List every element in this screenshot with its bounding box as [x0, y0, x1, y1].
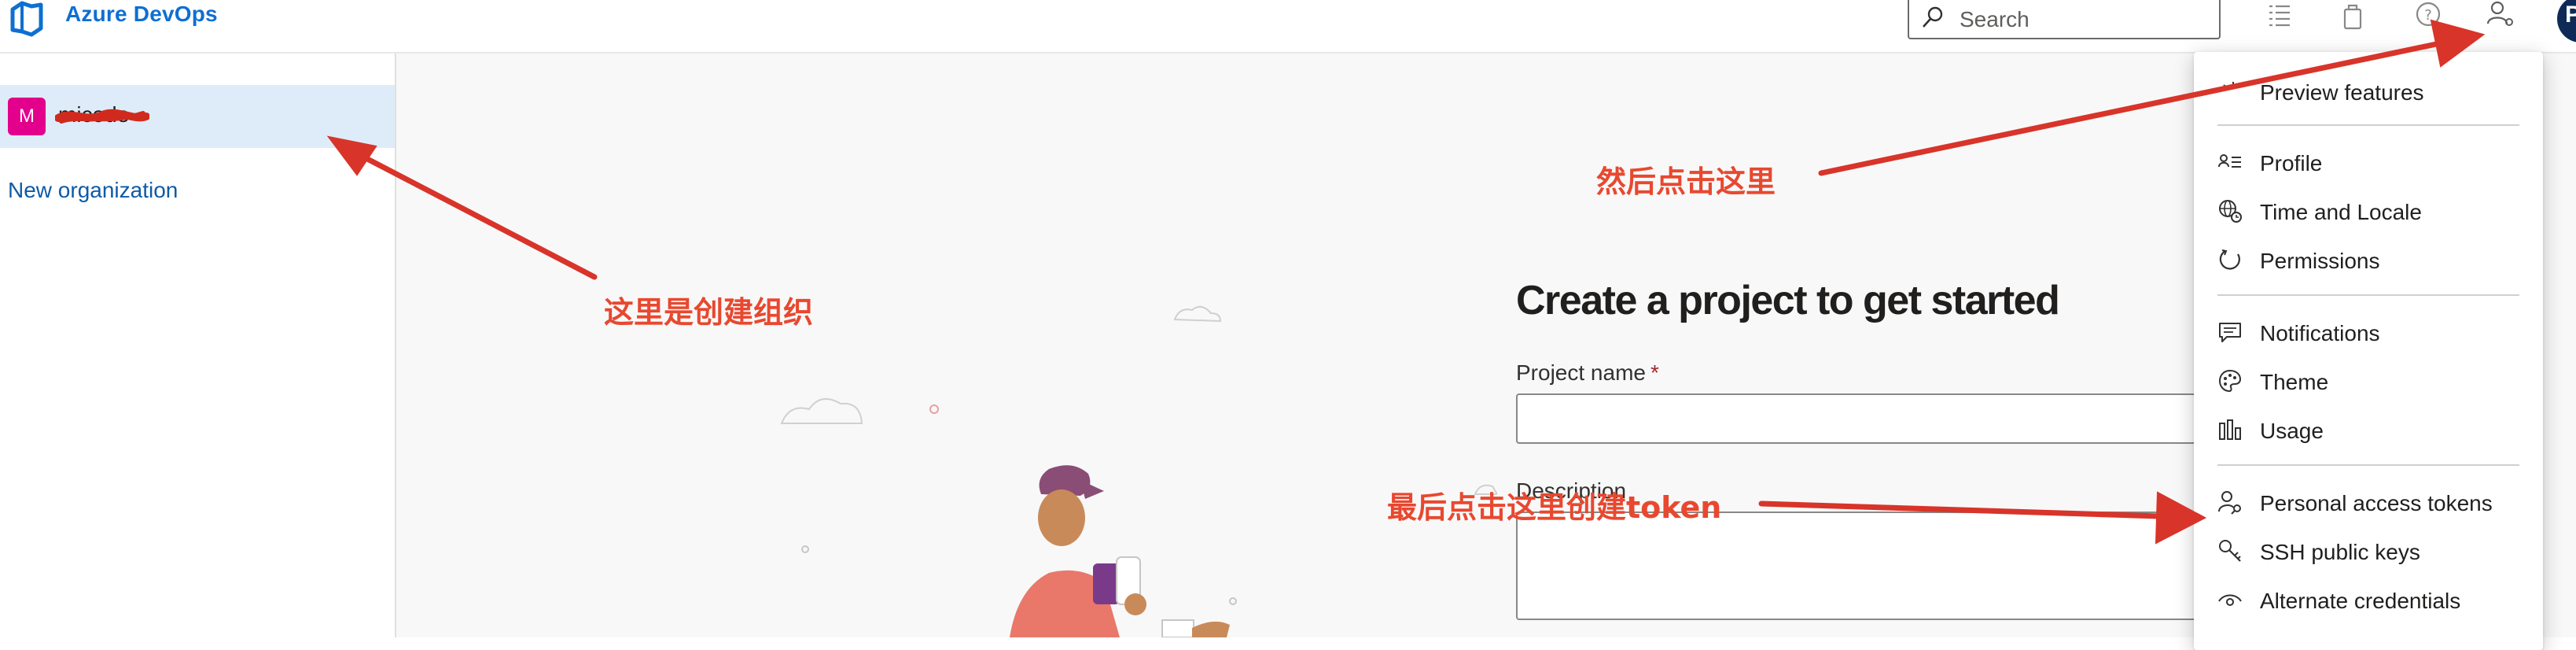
project-name-input[interactable] — [1516, 393, 2302, 444]
marketplace-icon[interactable] — [2337, 0, 2368, 31]
menu-item-personal-access-tokens[interactable]: Personal access tokens — [2194, 480, 2543, 524]
menu-item-theme[interactable]: Theme — [2194, 359, 2543, 403]
user-settings-menu: Preview features Profile Time and Locale… — [2194, 52, 2543, 650]
search-box[interactable]: Search — [1908, 0, 2221, 39]
svg-text:?: ? — [2424, 7, 2432, 24]
help-icon[interactable]: ? — [2412, 0, 2444, 31]
menu-item-permissions[interactable]: Permissions — [2194, 238, 2543, 282]
annotation-finally-click: 最后点击这里创建token — [1387, 490, 1722, 525]
permissions-icon — [2219, 249, 2240, 270]
menu-item-usage[interactable]: Usage — [2194, 408, 2543, 452]
user-avatar[interactable]: P — [2557, 0, 2576, 42]
project-name-label: Project name * — [1516, 360, 1659, 385]
notifications-icon — [2219, 323, 2241, 342]
menu-separator — [2217, 294, 2519, 296]
palette-icon — [2218, 369, 2242, 393]
description-input[interactable] — [1516, 512, 2302, 620]
menu-separator — [2217, 124, 2519, 126]
annotation-create-org: 这里是创建组织 — [604, 295, 814, 330]
project-illustration — [780, 305, 1497, 637]
organization-sidebar: M micode New organization — [0, 54, 396, 637]
profile-card-icon — [2218, 154, 2241, 168]
menu-item-alternate-credentials[interactable]: Alternate credentials — [2194, 578, 2543, 622]
new-organization-link[interactable]: New organization — [8, 178, 178, 203]
page-title: Create a project to get started — [1516, 278, 2060, 323]
eye-icon — [2218, 594, 2242, 606]
menu-item-time-and-locale[interactable]: Time and Locale — [2194, 189, 2543, 233]
menu-item-profile[interactable]: Profile — [2194, 140, 2543, 184]
organization-avatar: M — [8, 98, 46, 135]
menu-item-preview-features[interactable]: Preview features — [2194, 69, 2543, 113]
menu-separator — [2217, 464, 2519, 466]
redaction-scribble — [55, 109, 149, 124]
menu-item-ssh-public-keys[interactable]: SSH public keys — [2194, 529, 2543, 573]
work-items-icon[interactable] — [2263, 0, 2294, 31]
user-settings-icon[interactable] — [2485, 0, 2516, 31]
usage-bar-chart-icon — [2219, 419, 2241, 440]
preview-features-icon — [2223, 82, 2234, 90]
required-asterisk: * — [1650, 360, 1659, 385]
sidebar-item-organization[interactable]: M micode — [0, 85, 395, 148]
search-icon — [1923, 6, 1943, 28]
search-placeholder[interactable]: Search — [1960, 7, 2030, 32]
top-bar: Azure DevOps Search ? P — [0, 0, 2576, 54]
globe-clock-icon — [2219, 200, 2242, 223]
annotation-then-click: 然后点击这里 — [1596, 164, 1776, 199]
azure-devops-logo-icon[interactable] — [8, 0, 46, 38]
brand-name[interactable]: Azure DevOps — [65, 2, 218, 27]
key-icon — [2219, 540, 2241, 562]
personal-access-token-icon — [2218, 491, 2241, 515]
menu-item-notifications[interactable]: Notifications — [2194, 310, 2543, 354]
